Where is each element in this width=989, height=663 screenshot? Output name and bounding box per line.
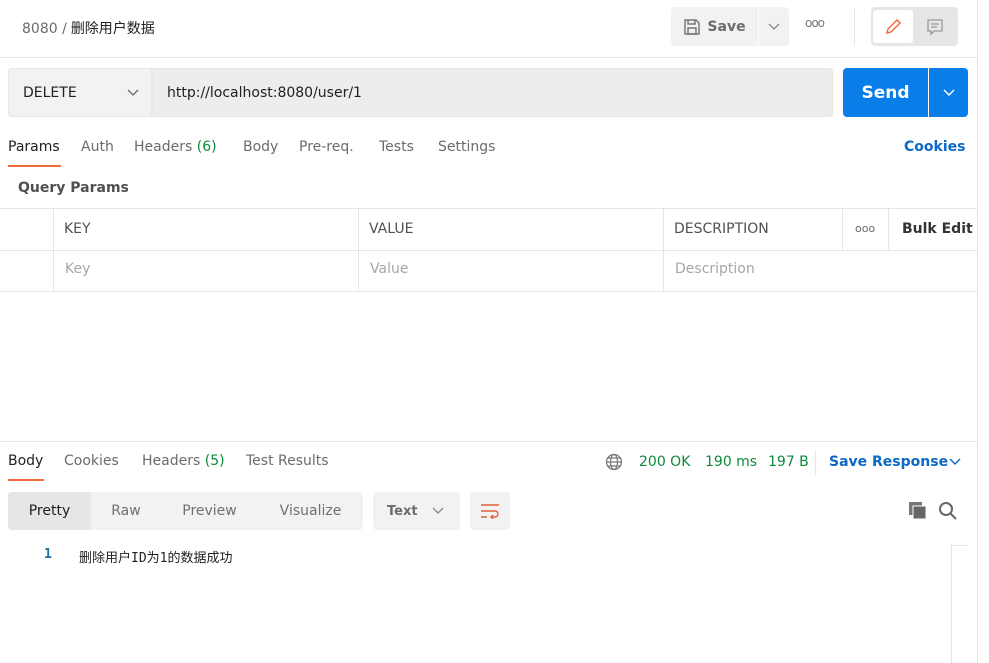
chevron-down-icon[interactable]: [949, 458, 961, 466]
chevron-down-icon: [127, 89, 139, 96]
tab-settings[interactable]: Settings: [438, 139, 495, 155]
globe-icon[interactable]: [605, 453, 623, 471]
more-options-button[interactable]: ooo: [805, 16, 825, 30]
save-response-button[interactable]: Save Response: [829, 454, 948, 470]
wrap-icon: [481, 504, 499, 519]
view-raw[interactable]: Raw: [91, 492, 161, 530]
column-header-value: VALUE: [369, 221, 414, 237]
panel-border: [977, 0, 978, 663]
active-tab-indicator: [8, 479, 44, 481]
comments-button[interactable]: [915, 10, 955, 43]
scrollbar[interactable]: [951, 545, 967, 663]
response-size[interactable]: 197 B: [768, 454, 809, 470]
tab-pre-request[interactable]: Pre-req.: [299, 139, 354, 155]
query-params-title: Query Params: [18, 180, 129, 196]
column-header-key: KEY: [64, 221, 91, 237]
bulk-edit-button[interactable]: Bulk Edit: [902, 221, 973, 237]
tab-tests[interactable]: Tests: [379, 139, 414, 155]
view-pretty[interactable]: Pretty: [8, 492, 91, 530]
divider: [0, 208, 977, 209]
collection-name[interactable]: 8080: [22, 21, 58, 37]
save-button[interactable]: Save: [671, 7, 758, 46]
format-value: Text: [387, 503, 418, 519]
method-value: DELETE: [23, 84, 77, 101]
divider: [358, 208, 359, 292]
save-icon: [684, 18, 701, 35]
divider: [53, 208, 54, 292]
active-tab-indicator: [8, 165, 61, 167]
url-input[interactable]: http://localhost:8080/user/1: [152, 68, 833, 117]
column-header-description: DESCRIPTION: [674, 221, 769, 237]
divider: [0, 291, 977, 292]
tab-label: Headers: [134, 139, 193, 155]
response-tab-body[interactable]: Body: [8, 453, 43, 469]
value-input[interactable]: Value: [370, 261, 408, 277]
line-number: 1: [44, 547, 52, 562]
tab-headers[interactable]: Headers (6): [134, 139, 217, 155]
response-body-line: 删除用户ID为1的数据成功: [79, 551, 233, 566]
response-tab-headers[interactable]: Headers (5): [142, 453, 225, 469]
request-name[interactable]: 删除用户数据: [71, 21, 155, 37]
tab-body[interactable]: Body: [243, 139, 278, 155]
pencil-icon: [885, 18, 902, 34]
divider: [0, 441, 977, 442]
view-toggle: [871, 7, 958, 46]
response-tab-cookies[interactable]: Cookies: [64, 453, 119, 469]
copy-icon[interactable]: [908, 501, 928, 521]
tab-label: Headers: [142, 453, 201, 469]
divider: [0, 57, 977, 58]
column-options-button[interactable]: ooo: [855, 222, 875, 235]
chevron-down-icon: [768, 23, 780, 30]
divider: [888, 208, 889, 250]
description-input[interactable]: Description: [675, 261, 755, 277]
method-select[interactable]: DELETE: [8, 68, 152, 117]
key-input[interactable]: Key: [65, 261, 90, 277]
comment-icon: [927, 18, 943, 36]
chevron-down-icon: [432, 507, 444, 514]
view-visualize[interactable]: Visualize: [258, 492, 363, 530]
send-dropdown-button[interactable]: [929, 68, 968, 117]
headers-count: (6): [196, 139, 217, 155]
response-tab-test-results[interactable]: Test Results: [246, 453, 329, 469]
breadcrumb: 8080 /删除用户数据: [22, 18, 155, 38]
send-button[interactable]: Send: [843, 68, 928, 117]
save-dropdown-button[interactable]: [759, 7, 789, 46]
tab-params[interactable]: Params: [8, 139, 60, 155]
divider: [842, 208, 843, 250]
divider: [663, 208, 664, 292]
chevron-down-icon: [942, 88, 955, 96]
divider: [854, 7, 855, 46]
response-time[interactable]: 190 ms: [705, 454, 757, 470]
search-icon[interactable]: [938, 501, 958, 521]
headers-count: (5): [204, 453, 225, 469]
wrap-lines-button[interactable]: [470, 492, 510, 530]
format-select[interactable]: Text: [373, 492, 460, 530]
save-label: Save: [707, 18, 746, 35]
divider: [815, 450, 816, 475]
edit-mode-button[interactable]: [873, 10, 913, 43]
response-view-selector: Pretty Raw Preview Visualize: [8, 492, 363, 530]
tab-auth[interactable]: Auth: [81, 139, 114, 155]
breadcrumb-separator: /: [62, 21, 67, 37]
status-code[interactable]: 200 OK: [639, 454, 690, 470]
divider: [0, 250, 977, 251]
cookies-link[interactable]: Cookies: [904, 139, 965, 155]
view-preview[interactable]: Preview: [161, 492, 258, 530]
